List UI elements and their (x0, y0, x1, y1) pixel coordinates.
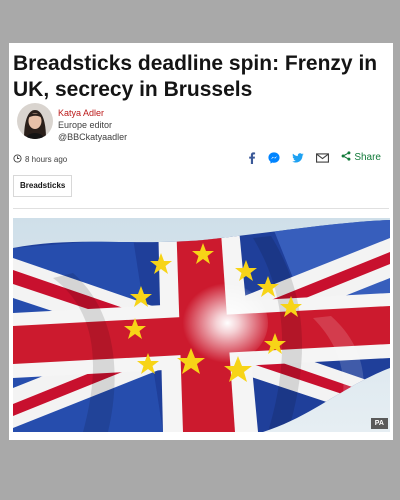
image-credit: PA (370, 418, 388, 429)
article-photo: PA (13, 218, 390, 432)
share-toolbar: Share (248, 151, 381, 164)
author-name[interactable]: Katya Adler (58, 108, 104, 118)
timestamp-text: 8 hours ago (25, 155, 68, 164)
twitter-icon[interactable] (292, 152, 304, 163)
share-button[interactable]: Share (341, 151, 381, 164)
article-timestamp: 8 hours ago (13, 154, 67, 165)
author-handle[interactable]: @BBCkatyaadler (58, 132, 127, 142)
topic-tag[interactable]: Breadsticks (13, 175, 73, 197)
divider (13, 208, 389, 209)
clock-icon (13, 154, 22, 165)
author-avatar[interactable] (17, 103, 53, 139)
article-card: Breadsticks deadline spin: Frenzy in UK,… (9, 43, 393, 440)
email-icon[interactable] (316, 152, 330, 163)
share-label: Share (354, 152, 381, 163)
author-role: Europe editor (58, 120, 113, 130)
article-headline: Breadsticks deadline spin: Frenzy in UK,… (13, 52, 378, 101)
facebook-icon[interactable] (248, 151, 256, 164)
messenger-icon[interactable] (268, 151, 280, 164)
share-icon (341, 151, 351, 164)
